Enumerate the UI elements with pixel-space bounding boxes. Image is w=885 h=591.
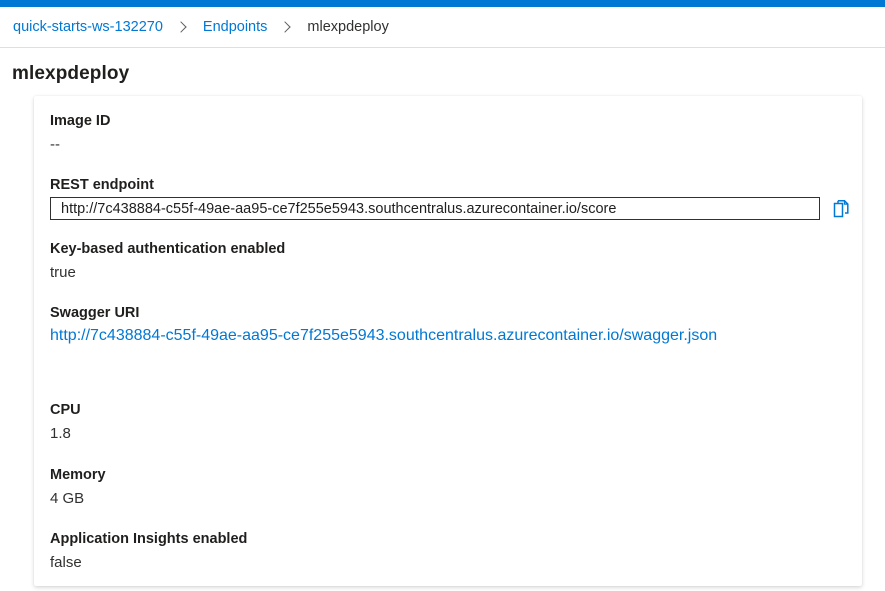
- memory-value: 4 GB: [50, 490, 85, 507]
- breadcrumb-endpoints-link[interactable]: Endpoints: [203, 19, 268, 35]
- breadcrumb: quick-starts-ws-132270 Endpoints mlexpde…: [0, 7, 885, 48]
- chevron-right-icon: [175, 21, 187, 33]
- rest-endpoint-input[interactable]: [50, 197, 820, 220]
- cpu-value: 1.8: [50, 425, 71, 442]
- key-auth-label: Key-based authentication enabled: [50, 241, 286, 257]
- swagger-uri-label: Swagger URI: [50, 305, 140, 321]
- swagger-uri-link[interactable]: http://7c438884-c55f-49ae-aa95-ce7f255e5…: [50, 325, 840, 347]
- image-id-value: --: [50, 136, 60, 153]
- app-insights-value: false: [50, 554, 82, 571]
- image-id-label: Image ID: [50, 113, 111, 129]
- breadcrumb-current: mlexpdeploy: [307, 19, 389, 35]
- image-id-field: Image ID --: [50, 111, 110, 156]
- rest-endpoint-row: [50, 197, 851, 220]
- memory-label: Memory: [50, 467, 106, 483]
- breadcrumb-workspace-link[interactable]: quick-starts-ws-132270: [13, 19, 163, 35]
- page-title: mlexpdeploy: [12, 63, 130, 84]
- app-insights-label: Application Insights enabled: [50, 531, 248, 547]
- copy-endpoint-button[interactable]: [831, 198, 851, 220]
- copy-icon: [833, 199, 849, 217]
- key-auth-value: true: [50, 264, 76, 281]
- top-accent-bar: [0, 0, 885, 7]
- swagger-uri-field: Swagger URI http://7c438884-c55f-49ae-aa…: [50, 303, 840, 347]
- chevron-right-icon: [279, 21, 292, 33]
- app-insights-field: Application Insights enabled false: [50, 529, 247, 574]
- memory-field: Memory 4 GB: [50, 465, 106, 510]
- rest-endpoint-field: REST endpoint: [50, 175, 851, 220]
- key-auth-field: Key-based authentication enabled true: [50, 239, 285, 284]
- endpoint-details-card: Image ID -- REST endpoint Key-based auth…: [34, 96, 862, 586]
- cpu-field: CPU 1.8: [50, 400, 81, 445]
- rest-endpoint-label: REST endpoint: [50, 177, 154, 193]
- cpu-label: CPU: [50, 402, 81, 418]
